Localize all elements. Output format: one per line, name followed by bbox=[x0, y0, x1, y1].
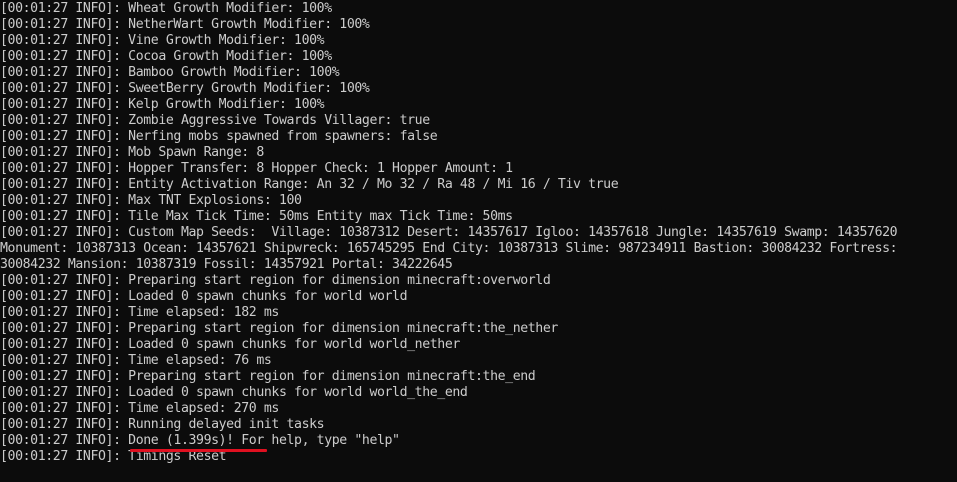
log-line: [00:01:27 INFO]: NetherWart Growth Modif… bbox=[0, 17, 370, 32]
log-line: [00:01:27 INFO]: Vine Growth Modifier: 1… bbox=[0, 33, 325, 48]
log-line: [00:01:27 INFO]: Preparing start region … bbox=[0, 369, 536, 384]
log-line: [00:01:27 INFO]: Mob Spawn Range: 8 bbox=[0, 145, 264, 160]
log-line: [00:01:27 INFO]: Time elapsed: 76 ms bbox=[0, 353, 272, 368]
highlight-underline bbox=[130, 449, 267, 452]
log-line: [00:01:27 INFO]: Loaded 0 spawn chunks f… bbox=[0, 337, 460, 352]
log-line: [00:01:27 INFO]: Time elapsed: 270 ms bbox=[0, 401, 279, 416]
console-window[interactable]: [00:01:27 INFO]: Wheat Growth Modifier: … bbox=[0, 0, 957, 482]
log-line: [00:01:27 INFO]: Preparing start region … bbox=[0, 273, 551, 288]
log-line: [00:01:27 INFO]: Kelp Growth Modifier: 1… bbox=[0, 97, 325, 112]
log-line: [00:01:27 INFO]: Hopper Transfer: 8 Hopp… bbox=[0, 161, 513, 176]
log-line: [00:01:27 INFO]: Running delayed init ta… bbox=[0, 417, 325, 432]
log-line: [00:01:27 INFO]: Loaded 0 spawn chunks f… bbox=[0, 289, 408, 304]
log-line-done: [00:01:27 INFO]: Done (1.399s)! For help… bbox=[0, 433, 400, 448]
log-line: [00:01:27 INFO]: Nerfing mobs spawned fr… bbox=[0, 129, 438, 144]
log-line: [00:01:27 INFO]: Zombie Aggressive Towar… bbox=[0, 113, 430, 128]
log-line: [00:01:27 INFO]: Preparing start region … bbox=[0, 321, 558, 336]
log-line: [00:01:27 INFO]: SweetBerry Growth Modif… bbox=[0, 81, 370, 96]
log-line: [00:01:27 INFO]: Tile Max Tick Time: 50m… bbox=[0, 209, 513, 224]
log-line: [00:01:27 INFO]: Max TNT Explosions: 100 bbox=[0, 193, 302, 208]
log-line: [00:01:27 INFO]: Loaded 0 spawn chunks f… bbox=[0, 385, 468, 400]
log-line: [00:01:27 INFO]: Custom Map Seeds: Villa… bbox=[0, 225, 898, 240]
log-line: [00:01:27 INFO]: Time elapsed: 182 ms bbox=[0, 305, 279, 320]
log-line: [00:01:27 INFO]: Entity Activation Range… bbox=[0, 177, 619, 192]
log-line-wrapped: 30084232 Mansion: 10387319 Fossil: 14357… bbox=[0, 257, 453, 272]
log-line: [00:01:27 INFO]: Wheat Growth Modifier: … bbox=[0, 1, 332, 16]
console-log: [00:01:27 INFO]: Wheat Growth Modifier: … bbox=[0, 1, 957, 465]
command-input[interactable]: > bbox=[0, 465, 957, 482]
log-line-wrapped: Monument: 10387313 Ocean: 14357621 Shipw… bbox=[0, 241, 898, 256]
log-line: [00:01:27 INFO]: Cocoa Growth Modifier: … bbox=[0, 49, 332, 64]
log-line: [00:01:27 INFO]: Bamboo Growth Modifier:… bbox=[0, 65, 340, 80]
